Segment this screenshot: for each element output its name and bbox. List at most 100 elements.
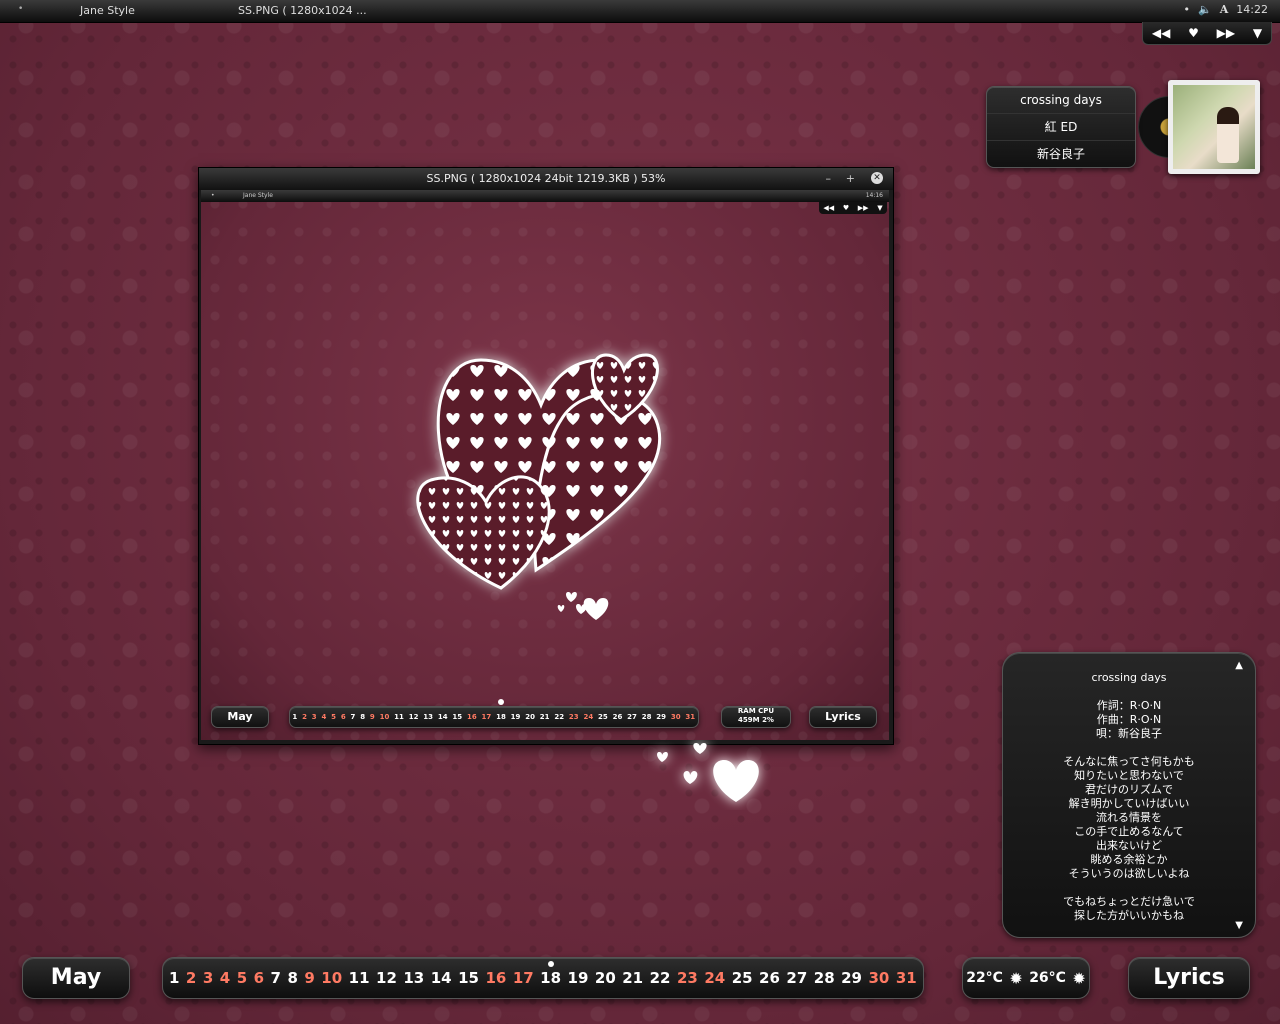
weather-widget[interactable]: 22°C ✹ 26°C ✹ [962,957,1090,999]
lyrics-line: そういうのは欲しいよね [1068,867,1190,880]
calendar-day[interactable]: 12 [376,969,397,987]
calendar-day[interactable]: 20 [595,969,616,987]
mini-calendar-day[interactable]: 5 [331,707,336,727]
mini-calendar-day[interactable]: 20 [525,707,535,727]
calendar-day[interactable]: 27 [786,969,807,987]
mini-calendar-day[interactable]: 8 [360,707,365,727]
calendar-day[interactable]: 30 [868,969,889,987]
mini-calendar-day[interactable]: 18 [496,699,506,727]
speaker-icon[interactable]: 🔈 [1198,3,1212,16]
album-art[interactable] [1168,80,1260,174]
mini-calendar-day[interactable]: 4 [321,707,326,727]
calendar-day[interactable]: 29 [841,969,862,987]
font-icon[interactable]: A [1220,3,1229,16]
favorite-heart-icon[interactable]: ♥ [1188,26,1199,40]
lyrics-panel[interactable]: ▲ crossing days 作詞：R·O·N 作曲：R·O·N 唄：新谷良子… [1002,652,1256,938]
previous-icon[interactable]: ◀◀ [1152,26,1170,40]
calendar-day[interactable]: 2 [186,969,196,987]
menu-dot-icon[interactable]: • [1184,3,1191,16]
calendar-day[interactable]: 10 [321,969,342,987]
mini-calendar-day[interactable]: 24 [583,707,593,727]
mini-calendar-day[interactable]: 31 [685,707,695,727]
mini-calendar-day[interactable]: 28 [642,707,652,727]
lyrics-line: 解き明かしていけばいい [1068,797,1190,810]
calendar-day[interactable]: 18 [540,961,561,987]
mini-calendar-day[interactable]: 25 [598,707,608,727]
calendar-day[interactable]: 11 [349,969,370,987]
calendar-day[interactable]: 31 [896,969,917,987]
mini-cpu-value: 2% [762,716,774,724]
calendar-day[interactable]: 4 [220,969,230,987]
lyrics-line: 出来ないけど [1096,839,1162,852]
calendar-day[interactable]: 9 [304,969,314,987]
taskbar-app-label[interactable]: Jane Style [80,4,135,17]
viewer-titlebar[interactable]: SS.PNG ( 1280x1024 24bit 1219.3KB ) 53% … [199,168,893,190]
today-marker [547,961,554,967]
calendar-day[interactable]: 13 [403,969,424,987]
mini-calendar-day[interactable]: 12 [409,707,419,727]
mini-calendar-day[interactable]: 15 [452,707,462,727]
calendar-day[interactable]: 5 [237,969,247,987]
mini-calendar-day[interactable]: 29 [656,707,666,727]
mini-calendar-day[interactable]: 21 [540,707,550,727]
maximize-icon[interactable]: + [846,168,855,189]
mini-calendar-day[interactable]: 9 [370,707,375,727]
mini-calendar-day[interactable]: 30 [671,707,681,727]
calendar-day[interactable]: 6 [254,969,264,987]
calendar-day[interactable]: 19 [568,969,589,987]
calendar-day[interactable]: 23 [677,969,698,987]
album-art-figure [1217,107,1239,163]
minimize-icon[interactable]: – [826,168,832,189]
close-icon[interactable]: ✕ [871,172,883,184]
viewer-title: SS.PNG ( 1280x1024 24bit 1219.3KB ) 53% [426,172,666,185]
lyrics-body: crossing days 作詞：R·O·N 作曲：R·O·N 唄：新谷良子 そ… [1013,671,1245,923]
mini-calendar-day[interactable]: 13 [423,707,433,727]
mini-calendar-day[interactable]: 7 [351,707,356,727]
calendar-day[interactable]: 21 [622,969,643,987]
mini-calendar-day[interactable]: 22 [554,707,564,727]
mini-ram-label: RAM [737,707,756,715]
month-button[interactable]: May [22,957,130,999]
temperature-2: 26°C [1029,970,1066,986]
sun-icon: ✹ [1009,968,1023,988]
mini-calendar-day[interactable]: 14 [438,707,448,727]
calendar-day[interactable]: 16 [485,969,506,987]
mini-calendar-day[interactable]: 19 [511,707,521,727]
calendar-day[interactable]: 14 [431,969,452,987]
calendar-day[interactable]: 15 [458,969,479,987]
calendar-day[interactable]: 7 [271,969,281,987]
taskbar-window-button[interactable]: SS.PNG ( 1280x1024 ... [238,4,367,17]
mini-calendar-day[interactable]: 11 [394,707,404,727]
calendar-day[interactable]: 3 [203,969,213,987]
calendar-day[interactable]: 8 [287,969,297,987]
scroll-down-icon[interactable]: ▼ [1235,919,1243,933]
lyrics-line: でもねちょっとだけ急いで [1063,895,1195,908]
lyrics-line: そんなに焦ってさ何もかも [1063,755,1195,768]
mini-calendar-day[interactable]: 6 [341,707,346,727]
calendar-day[interactable]: 24 [704,969,725,987]
mini-calendar-day[interactable]: 10 [380,707,390,727]
mini-month-pill: May [211,706,269,728]
calendar-day[interactable]: 25 [732,969,753,987]
lyrics-line: 知りたいと思わないで [1074,769,1184,782]
mini-calendar-day[interactable]: 2 [302,707,307,727]
mini-calendar-day[interactable]: 26 [613,707,623,727]
heart-tiny-1 [583,598,609,620]
mini-calendar-day[interactable]: 23 [569,707,579,727]
mini-calendar-day[interactable]: 27 [627,707,637,727]
next-icon[interactable]: ▶▶ [1217,26,1235,40]
mini-calendar-day[interactable]: 3 [312,707,317,727]
calendar-day[interactable]: 1 [169,969,179,987]
calendar-day[interactable]: 22 [650,969,671,987]
calendar-day[interactable]: 17 [513,969,534,987]
calendar-day[interactable]: 28 [814,969,835,987]
lyrics-button[interactable]: Lyrics [1128,957,1250,999]
calendar-day[interactable]: 26 [759,969,780,987]
menu-triangle-icon[interactable]: ▼ [1253,26,1262,40]
start-dot-icon[interactable]: • [18,4,23,14]
mini-days-pill: 1 2 3 4 5 6 7 8 9 10 11 12 13 14 15 16 17 18 19 20 21 22 23 24 2… [289,699,699,728]
mini-calendar-day[interactable]: 17 [482,707,492,727]
mini-calendar-day[interactable]: 1 [292,707,297,727]
track-artist: 新谷良子 [1036,147,1085,161]
mini-calendar-day[interactable]: 16 [467,707,477,727]
